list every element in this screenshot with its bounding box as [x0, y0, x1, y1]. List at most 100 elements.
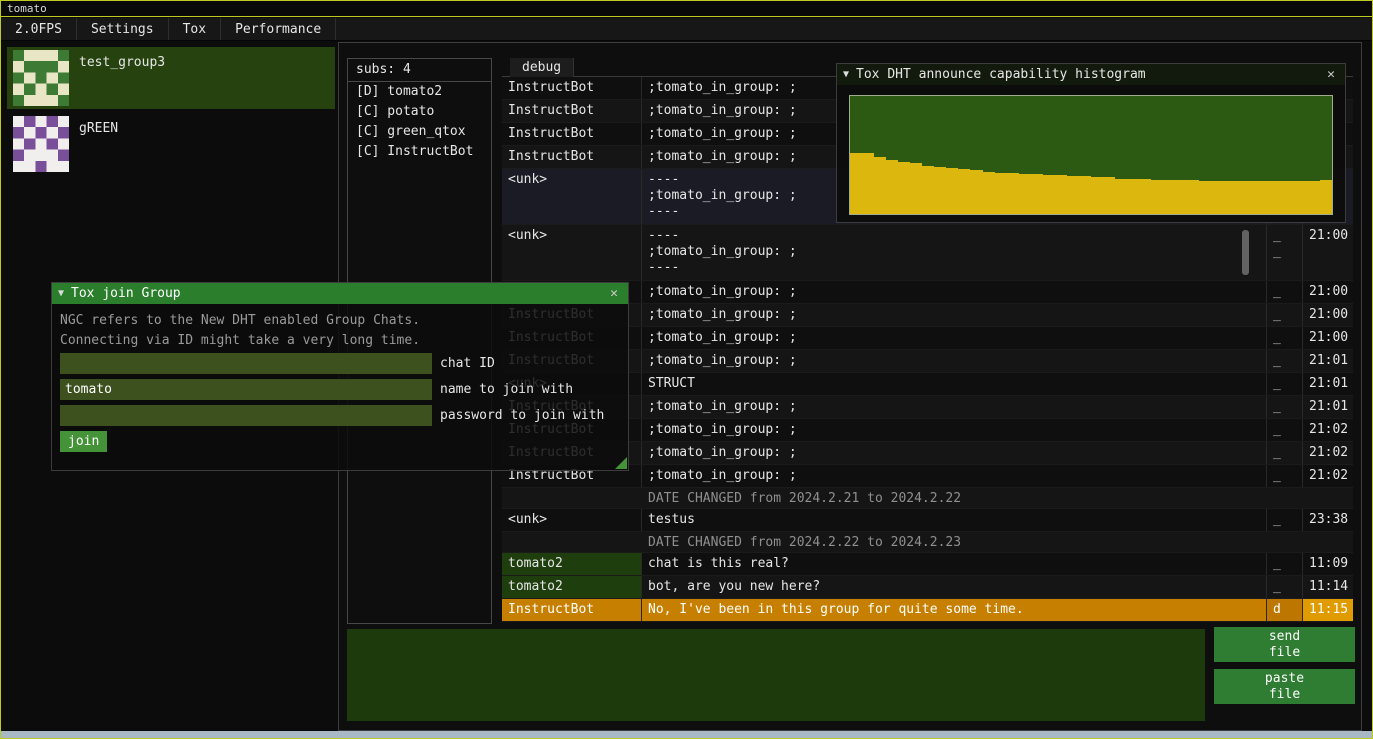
sender-name: InstructBot [502, 123, 642, 145]
window-bottom-edge [1, 731, 1372, 738]
paste-file-button[interactable]: paste file [1214, 669, 1355, 704]
message-text: ;tomato_in_group: ; [642, 396, 1267, 418]
message-flags: _ _ [1267, 225, 1303, 280]
close-icon[interactable]: ✕ [1323, 67, 1339, 82]
message-flags: _ _ [1267, 373, 1303, 395]
resize-grip[interactable] [615, 457, 627, 469]
message-time: 11:14 [1303, 576, 1353, 598]
sender-name: InstructBot [502, 100, 642, 122]
message-flags: _ _ [1267, 419, 1303, 441]
member-list-item[interactable]: [C] potato [348, 102, 491, 122]
message-time: 21:01 [1303, 350, 1353, 372]
sender-name [502, 488, 642, 508]
member-list-item[interactable]: [C] InstructBot [348, 142, 491, 162]
message-flags: _ _ [1267, 553, 1303, 575]
message-flags [1267, 532, 1303, 552]
group-name: test_group3 [79, 55, 165, 70]
message-text: ---- ;tomato_in_group: ; ---- [642, 225, 1267, 280]
chat-scrollbar-thumb[interactable] [1242, 230, 1249, 275]
message-time: 11:15 [1303, 599, 1353, 621]
group-avatar-test_group3-icon [13, 50, 69, 106]
close-icon[interactable]: ✕ [606, 286, 622, 301]
chat-message-row: InstructBot ;tomato_in_group: ; _ _ 21:0… [502, 350, 1353, 373]
message-flags: _ _ [1267, 327, 1303, 349]
join-password-field-row: password to join with [60, 405, 432, 426]
chat-id-field-row: chat ID [60, 353, 432, 374]
chat-message-row: InstructBot ;tomato_in_group: ; _ _ 21:0… [502, 419, 1353, 442]
fps-indicator: 2.0FPS [1, 18, 77, 40]
window-titlebar[interactable]: tomato [1, 1, 1372, 17]
message-text: ;tomato_in_group: ; [642, 327, 1267, 349]
message-time: 21:00 [1303, 304, 1353, 326]
chat-message-row: DATE CHANGED from 2024.2.21 to 2024.2.22 [502, 488, 1353, 509]
member-list-item[interactable]: [C] green_qtox [348, 122, 491, 142]
message-text: ;tomato_in_group: ; [642, 442, 1267, 464]
sidebar-item-test_group3[interactable]: test_group3 [7, 47, 335, 109]
sidebar-item-gREEN[interactable]: gREEN [7, 113, 335, 175]
message-text: ;tomato_in_group: ; [642, 350, 1267, 372]
join-info-line2: Connecting via ID might take a very long… [60, 333, 420, 348]
group-name: gREEN [79, 121, 118, 136]
members-list: [D] tomato2 [C] potato [C] green_qtox [C… [348, 82, 491, 162]
dht-histogram-window: ▼ Tox DHT announce capability histogram … [836, 63, 1346, 223]
chat-message-row: InstructBot ;tomato_in_group: ; _ _ 21:0… [502, 442, 1353, 465]
message-flags: _ _ [1267, 304, 1303, 326]
chat-message-row: tomato2 bot, are you new here? _ _ 11:14 [502, 576, 1353, 599]
message-text: DATE CHANGED from 2024.2.22 to 2024.2.23 [642, 532, 1267, 552]
collapse-arrow-icon[interactable]: ▼ [58, 288, 64, 299]
message-text: DATE CHANGED from 2024.2.21 to 2024.2.22 [642, 488, 1267, 508]
app-window: tomato 2.0FPS Settings Tox Performance t… [0, 0, 1373, 739]
tab-debug[interactable]: debug [510, 58, 574, 77]
message-flags [1267, 488, 1303, 508]
message-flags: _ _ [1267, 350, 1303, 372]
sender-name: InstructBot [502, 146, 642, 168]
message-input[interactable] [347, 629, 1205, 721]
message-time: 23:38 [1303, 509, 1353, 531]
message-text: ;tomato_in_group: ; [642, 304, 1267, 326]
message-time: 11:09 [1303, 553, 1353, 575]
message-time: 21:00 [1303, 327, 1353, 349]
member-list-item[interactable]: [D] tomato2 [348, 82, 491, 102]
dht-histogram-title: Tox DHT announce capability histogram [856, 67, 1316, 82]
chat-message-row: InstructBot ;tomato_in_group: ; _ _ 21:0… [502, 281, 1353, 304]
send-file-button[interactable]: send file [1214, 627, 1355, 662]
message-flags: _ _ [1267, 442, 1303, 464]
chat-id-input[interactable] [60, 353, 432, 374]
join-group-titlebar[interactable]: ▼ Tox join Group ✕ [52, 283, 628, 304]
message-text: ;tomato_in_group: ; [642, 465, 1267, 487]
menu-item[interactable]: Tox [169, 18, 221, 40]
message-text: ;tomato_in_group: ; [642, 281, 1267, 303]
message-text: bot, are you new here? [642, 576, 1267, 598]
menu-items: Settings Tox Performance [77, 18, 336, 40]
message-time: 21:00 [1303, 281, 1353, 303]
chat-message-row: InstructBot ;tomato_in_group: ; _ _ 21:0… [502, 304, 1353, 327]
window-title: tomato [7, 2, 47, 15]
menu-item[interactable]: Performance [221, 18, 336, 40]
message-time [1303, 488, 1353, 508]
message-text: ;tomato_in_group: ; [642, 419, 1267, 441]
collapse-arrow-icon[interactable]: ▼ [843, 69, 849, 80]
dht-histogram-titlebar[interactable]: ▼ Tox DHT announce capability histogram … [837, 64, 1345, 85]
join-name-input[interactable] [60, 379, 432, 400]
menu-bar: 2.0FPS Settings Tox Performance [1, 18, 1372, 41]
message-flags: _ _ [1267, 509, 1303, 531]
join-button[interactable]: join [60, 431, 107, 452]
message-text: testus [642, 509, 1267, 531]
join-name-field-row: name to join with [60, 379, 432, 400]
join-info-line1: NGC refers to the New DHT enabled Group … [60, 313, 420, 328]
message-flags: d [1267, 599, 1303, 621]
message-flags: _ _ [1267, 396, 1303, 418]
message-time [1303, 532, 1353, 552]
join-password-input[interactable] [60, 405, 432, 426]
chat-message-row: tomato2 chat is this real? _ _ 11:09 [502, 553, 1353, 576]
chat-message-row: InstructBot ;tomato_in_group: ; _ _ 21:0… [502, 327, 1353, 350]
sender-name: tomato2 [502, 553, 642, 575]
chat-message-row: <unk> STRUCT _ _ 21:01 [502, 373, 1353, 396]
message-time: 21:02 [1303, 465, 1353, 487]
message-time: 21:00 [1303, 225, 1353, 280]
message-time: 21:01 [1303, 373, 1353, 395]
message-text: chat is this real? [642, 553, 1267, 575]
menu-item[interactable]: Settings [77, 18, 169, 40]
chat-id-label: chat ID [440, 353, 495, 374]
join-group-title: Tox join Group [71, 286, 599, 301]
